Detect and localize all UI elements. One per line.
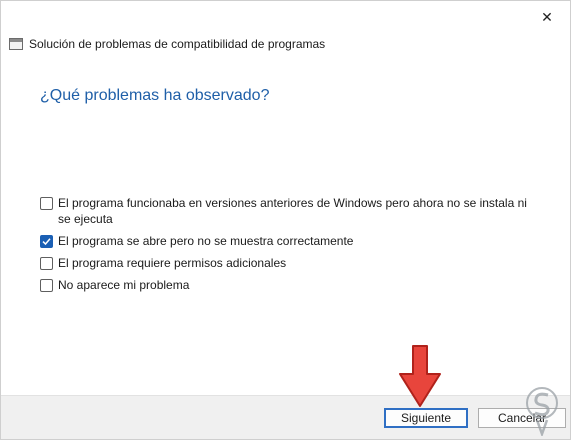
solvetic-watermark-icon [526, 387, 558, 436]
option-label: El programa funcionaba en versiones ante… [58, 196, 527, 226]
option-not-listed[interactable]: No aparece mi problema [40, 277, 540, 293]
problem-options: El programa funcionaba en versiones ante… [40, 195, 540, 299]
option-display-issue[interactable]: El programa se abre pero no se muestra c… [40, 233, 540, 249]
option-label: No aparece mi problema [58, 278, 190, 292]
checkbox[interactable] [40, 235, 53, 248]
wizard-title: Solución de problemas de compatibilidad … [29, 37, 326, 51]
option-permissions[interactable]: El programa requiere permisos adicionale… [40, 255, 540, 271]
checkbox[interactable] [40, 197, 53, 210]
wizard-footer: Siguiente Cancelar [1, 395, 570, 439]
checkbox[interactable] [40, 257, 53, 270]
title-bar: ✕ [1, 1, 570, 33]
option-label: El programa requiere permisos adicionale… [58, 256, 287, 270]
wizard-header: Solución de problemas de compatibilidad … [9, 37, 325, 51]
page-question: ¿Qué problemas ha observado? [40, 87, 270, 104]
troubleshooter-window: ✕ Solución de problemas de compatibilida… [0, 0, 571, 440]
red-pointer-arrow-icon [399, 345, 441, 407]
option-label: El programa se abre pero no se muestra c… [58, 234, 354, 248]
compatibility-troubleshooter-icon [9, 38, 23, 50]
checkbox[interactable] [40, 279, 53, 292]
close-button[interactable]: ✕ [524, 1, 570, 33]
option-installs-not[interactable]: El programa funcionaba en versiones ante… [40, 195, 540, 227]
close-icon: ✕ [541, 8, 553, 25]
next-button[interactable]: Siguiente [384, 408, 468, 428]
